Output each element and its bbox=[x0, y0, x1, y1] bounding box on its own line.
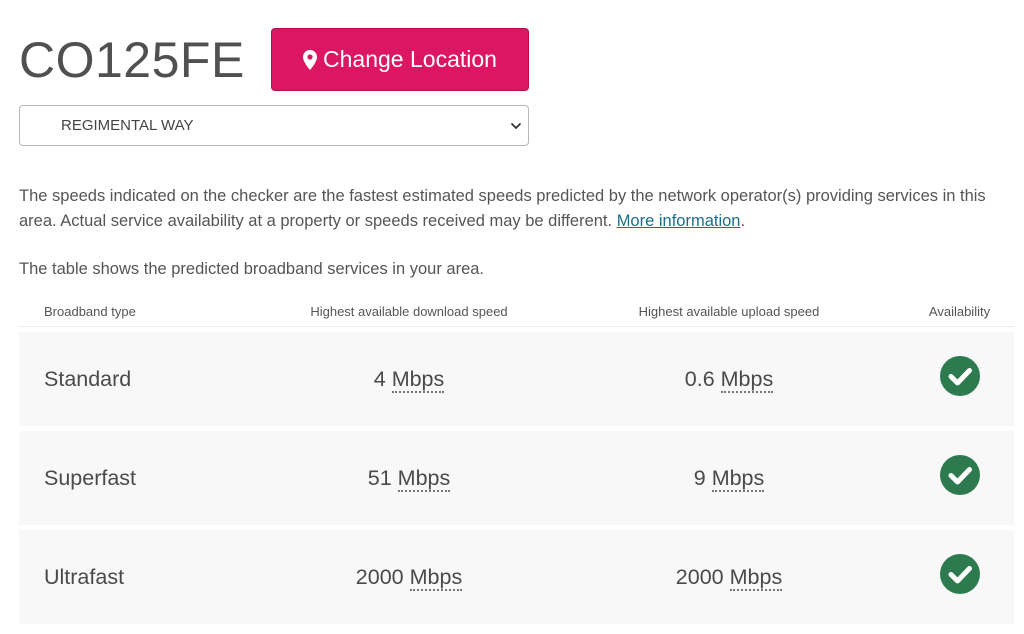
more-information-link[interactable]: More information bbox=[617, 212, 741, 230]
info-paragraph: The speeds indicated on the checker are … bbox=[19, 184, 1014, 234]
table-intro: The table shows the predicted broadband … bbox=[19, 260, 485, 278]
upload-value: 0.6 bbox=[684, 366, 715, 391]
download-unit-abbr[interactable]: Mbps bbox=[391, 366, 445, 393]
info-text: The speeds indicated on the checker are … bbox=[19, 187, 986, 230]
change-location-button[interactable]: Change Location bbox=[271, 28, 529, 91]
row-availability bbox=[905, 553, 1014, 601]
table-row: Standard 4 Mbps 0.6 Mbps bbox=[19, 332, 1014, 426]
upload-unit-abbr[interactable]: Mbps bbox=[711, 465, 765, 492]
row-availability bbox=[905, 454, 1014, 502]
postcode-title: CO125FE bbox=[19, 32, 245, 88]
upload-value: 2000 bbox=[675, 564, 724, 589]
header-upload-speed: Highest available upload speed bbox=[638, 303, 820, 319]
info-link-suffix: . bbox=[740, 212, 746, 230]
download-unit-abbr[interactable]: Mbps bbox=[409, 564, 463, 591]
row-broadband-type: Ultrafast bbox=[44, 564, 125, 589]
row-upload-speed: 9 Mbps bbox=[553, 465, 905, 492]
header-download-speed: Highest available download speed bbox=[310, 303, 508, 319]
row-broadband-type: Standard bbox=[44, 366, 132, 391]
table-row: Ultrafast 2000 Mbps 2000 Mbps bbox=[19, 530, 1014, 624]
street-select[interactable]: REGIMENTAL WAY bbox=[19, 105, 529, 146]
check-circle-icon bbox=[939, 454, 981, 496]
download-value: 2000 bbox=[355, 564, 404, 589]
check-circle-icon bbox=[939, 355, 981, 397]
download-unit-abbr[interactable]: Mbps bbox=[397, 465, 451, 492]
chevron-down-icon bbox=[510, 122, 528, 130]
upload-value: 9 bbox=[693, 465, 706, 490]
check-circle-icon bbox=[939, 553, 981, 595]
table-header: Broadband type Highest available downloa… bbox=[19, 296, 1014, 327]
upload-unit-abbr[interactable]: Mbps bbox=[729, 564, 783, 591]
street-select-value: REGIMENTAL WAY bbox=[61, 117, 194, 134]
row-upload-speed: 0.6 Mbps bbox=[553, 366, 905, 393]
row-download-speed: 51 Mbps bbox=[265, 465, 553, 492]
row-broadband-type: Superfast bbox=[44, 465, 137, 490]
row-availability bbox=[905, 355, 1014, 403]
row-download-speed: 4 Mbps bbox=[265, 366, 553, 393]
table-row: Superfast 51 Mbps 9 Mbps bbox=[19, 431, 1014, 525]
map-marker-icon bbox=[303, 49, 318, 70]
row-download-speed: 2000 Mbps bbox=[265, 564, 553, 591]
download-value: 51 bbox=[367, 465, 392, 490]
header-broadband-type: Broadband type bbox=[44, 303, 136, 319]
download-value: 4 bbox=[373, 366, 386, 391]
row-upload-speed: 2000 Mbps bbox=[553, 564, 905, 591]
header-availability: Availability bbox=[928, 303, 991, 319]
broadband-table: Broadband type Highest available downloa… bbox=[19, 296, 1014, 624]
change-location-label: Change Location bbox=[323, 46, 497, 72]
upload-unit-abbr[interactable]: Mbps bbox=[720, 366, 774, 393]
